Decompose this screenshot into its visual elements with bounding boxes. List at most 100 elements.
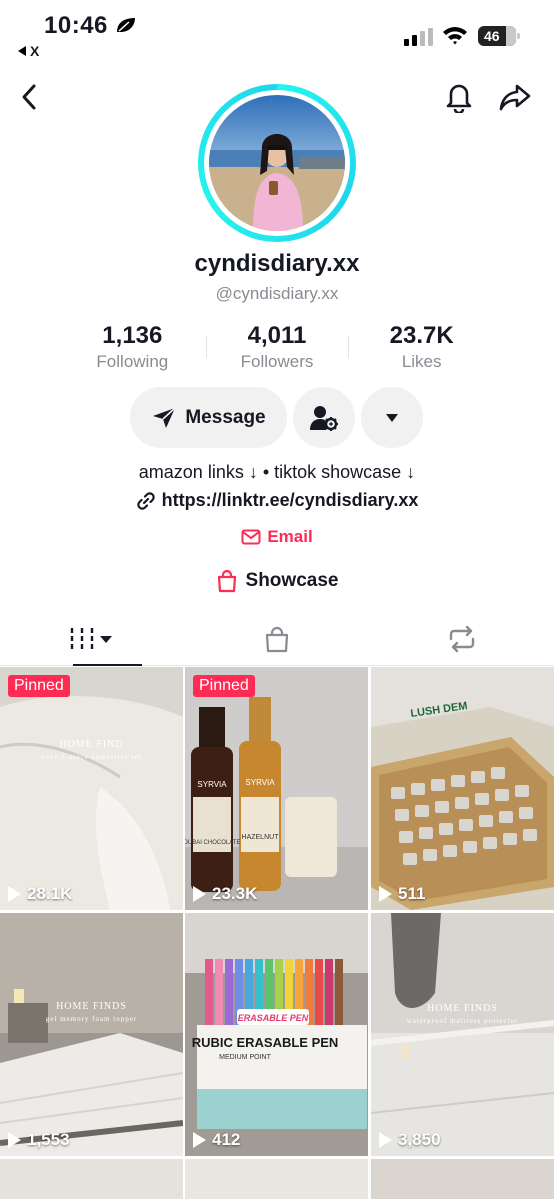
pen-box-title: RUBIC ERASABLE PEN — [192, 1035, 339, 1050]
stat-likes[interactable]: 23.7K Likes — [349, 322, 494, 376]
follow-settings-button[interactable] — [293, 387, 355, 448]
bio-link-text: https://linktr.ee/cyndisdiary.xx — [161, 490, 419, 510]
overlay-subtitle: cozy 3-piece comforter set — [41, 753, 142, 761]
pen-tag-text: ERASABLE PEN — [238, 1013, 309, 1023]
overlay-subtitle: waterproof mattress protector — [406, 1017, 519, 1025]
tab-shop[interactable] — [185, 612, 370, 665]
share-arrow-icon — [499, 84, 531, 111]
view-count-value: 3,850 — [398, 1130, 441, 1149]
view-count-value: 23.3K — [212, 884, 258, 903]
overlay-title: HOME FINDS — [427, 1003, 498, 1014]
shopping-bag-icon — [265, 626, 289, 652]
syrup-brand-right: SYRVIA — [245, 778, 275, 787]
play-icon — [193, 886, 206, 902]
view-count-value: 412 — [212, 1130, 241, 1149]
view-count: 412 — [193, 1130, 240, 1150]
overlay-title: HOME FIND — [59, 739, 124, 750]
overlay-title: HOME FINDS — [56, 1001, 127, 1012]
play-icon — [193, 1132, 206, 1148]
video-tile[interactable]: HOME FINDS waterproof mattress protector… — [371, 913, 554, 1156]
caret-down-icon — [386, 413, 398, 422]
video-grid: HOME FIND cozy 3-piece comforter set Pin… — [0, 667, 554, 1199]
shopping-bag-icon — [217, 569, 236, 593]
tab-videos[interactable] — [0, 612, 185, 666]
overlay-subtitle: gel memory foam topper — [45, 1015, 138, 1023]
wifi-icon — [443, 27, 467, 45]
message-button[interactable]: Message — [130, 387, 287, 448]
message-button-label: Message — [185, 406, 266, 428]
profile-stats: 1,136 Following 4,011 Followers 23.7K Li… — [60, 322, 494, 376]
stat-value: 23.7K — [389, 322, 454, 349]
share-button[interactable] — [498, 80, 532, 114]
view-count: 1,553 — [8, 1130, 70, 1150]
cellular-signal-icon — [404, 28, 433, 46]
profile-actions: Message — [0, 387, 554, 449]
mail-icon — [241, 529, 261, 545]
video-tile[interactable] — [371, 1159, 554, 1199]
repost-icon — [449, 625, 474, 652]
status-bar: 10:46 X 46 — [0, 0, 554, 70]
chevron-left-icon — [22, 84, 36, 110]
divider — [348, 336, 349, 358]
video-thumbnail: RUBIC ERASABLE PEN MEDIUM POINT ERASABLE… — [185, 913, 368, 1156]
bell-icon — [446, 84, 472, 113]
video-tile[interactable]: LUSH DEM 511 — [371, 667, 554, 910]
view-count-value: 28.1K — [27, 884, 73, 903]
video-grid-icon — [71, 627, 113, 650]
view-count: 28.1K — [8, 884, 72, 904]
notifications-button[interactable] — [442, 80, 476, 114]
back-app-label: X — [30, 43, 40, 59]
play-icon — [8, 1132, 21, 1148]
stat-label: Following — [96, 352, 169, 371]
divider — [206, 336, 207, 358]
username-handle: @cyndisdiary.xx — [215, 284, 339, 303]
view-count-value: 511 — [398, 884, 426, 903]
view-count: 511 — [379, 884, 425, 904]
video-thumbnail: SYRVIA SYRVIA DUBAI CHOCOLATE HAZELNUT — [185, 667, 368, 910]
video-thumbnail: LUSH DEM — [371, 667, 554, 910]
back-button[interactable] — [12, 80, 46, 114]
video-tile[interactable] — [0, 1159, 183, 1199]
video-thumbnail — [371, 913, 554, 1156]
play-icon — [379, 1132, 392, 1148]
email-label: Email — [267, 527, 313, 546]
stat-value: 4,011 — [247, 322, 307, 349]
video-tile[interactable]: RUBIC ERASABLE PEN MEDIUM POINT ERASABLE… — [185, 913, 368, 1156]
stat-label: Likes — [401, 352, 442, 371]
stat-followers[interactable]: 4,011 Followers — [205, 322, 350, 376]
link-icon — [136, 491, 155, 510]
view-count: 3,850 — [379, 1130, 441, 1150]
play-icon — [8, 886, 21, 902]
tab-reposts[interactable] — [369, 612, 554, 665]
syrup-flavor-left: DUBAI CHOCOLATE — [185, 840, 240, 846]
bio-text: amazon links ↓ • tiktok showcase ↓ — [138, 462, 416, 482]
view-count: 23.3K — [193, 884, 257, 904]
video-thumbnail — [0, 913, 183, 1156]
video-thumbnail — [0, 667, 183, 910]
email-button[interactable]: Email — [0, 527, 554, 547]
battery-indicator: 46 — [478, 26, 520, 46]
showcase-button[interactable]: Showcase — [0, 569, 554, 593]
avatar-story-ring[interactable] — [198, 84, 356, 242]
send-icon — [153, 406, 176, 428]
video-tile[interactable]: SYRVIA SYRVIA DUBAI CHOCOLATE HAZELNUT P… — [185, 667, 368, 910]
back-to-app-button[interactable]: X — [18, 43, 39, 59]
pinned-badge: Pinned — [8, 675, 70, 697]
bio-link[interactable]: https://linktr.ee/cyndisdiary.xx — [0, 490, 554, 511]
more-options-button[interactable] — [361, 387, 423, 448]
back-triangle-icon — [18, 46, 26, 56]
display-name: cyndisdiary.xx — [194, 250, 360, 277]
stat-following[interactable]: 1,136 Following — [60, 322, 205, 376]
showcase-label: Showcase — [245, 570, 339, 591]
syrup-flavor-right: HAZELNUT — [242, 834, 280, 841]
video-tile[interactable]: HOME FIND cozy 3-piece comforter set Pin… — [0, 667, 183, 910]
stat-label: Followers — [240, 352, 314, 371]
user-gear-icon — [310, 405, 338, 431]
video-tile[interactable]: HOME FINDS gel memory foam topper 1,553 — [0, 913, 183, 1156]
pinned-badge: Pinned — [193, 675, 255, 697]
play-icon — [379, 886, 392, 902]
content-tabs — [0, 612, 554, 666]
video-tile[interactable] — [185, 1159, 368, 1199]
pen-box-subtitle: MEDIUM POINT — [219, 1054, 271, 1061]
syrup-brand-left: SYRVIA — [197, 780, 227, 789]
